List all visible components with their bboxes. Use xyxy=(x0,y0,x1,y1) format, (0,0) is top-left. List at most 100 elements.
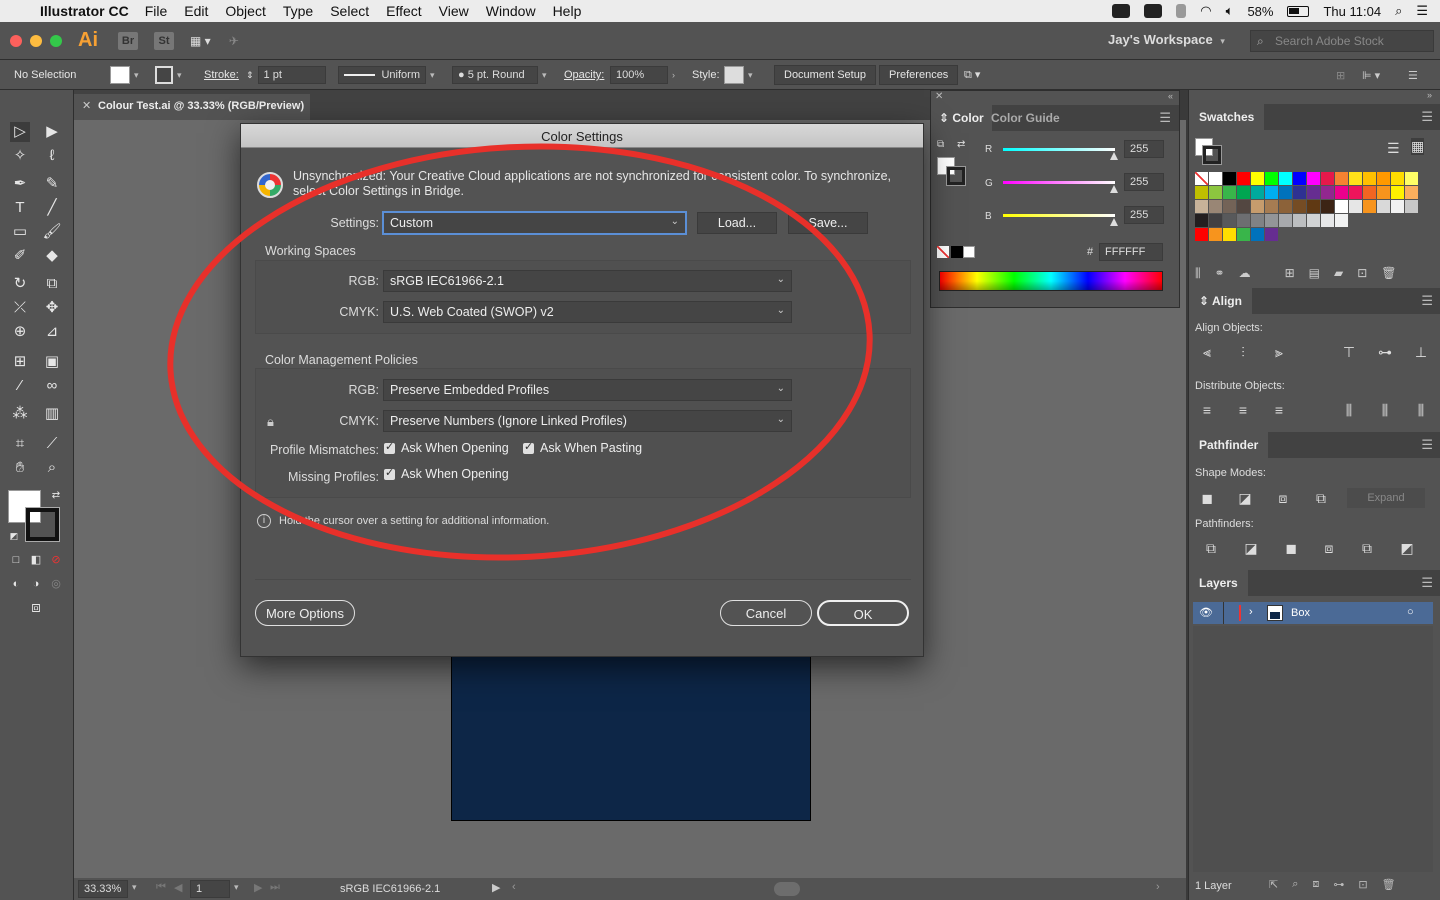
menu-object[interactable]: Object xyxy=(225,3,265,19)
color-swatch[interactable] xyxy=(1349,172,1362,185)
color-swatch[interactable] xyxy=(1363,172,1376,185)
expand-button[interactable]: Expand xyxy=(1347,488,1425,508)
stroke-weight-field[interactable]: ⇕ 1 pt xyxy=(246,66,326,84)
color-swatch[interactable] xyxy=(1237,214,1250,227)
mesh-tool-icon[interactable]: ⊞ xyxy=(10,352,30,372)
g-slider[interactable] xyxy=(1003,181,1115,184)
symbol-sprayer-tool-icon[interactable]: ⁂ xyxy=(10,404,30,424)
make-clipping-mask-icon[interactable]: ⧈ xyxy=(1312,878,1319,891)
color-spectrum-bar[interactable] xyxy=(939,271,1163,291)
horizontal-align-left-icon[interactable]: ⫷ xyxy=(1199,344,1215,360)
swatches-stroke-swatch[interactable] xyxy=(1202,145,1222,165)
layer-target-icon[interactable]: ○ xyxy=(1407,606,1414,618)
color-swatch[interactable] xyxy=(1391,186,1404,199)
preferences-button[interactable]: Preferences xyxy=(879,65,959,85)
color-swatch[interactable] xyxy=(1405,186,1418,199)
horizontal-distribute-center-icon[interactable]: ⫼ xyxy=(1377,402,1393,418)
rectangle-tool-icon[interactable]: ▭ xyxy=(10,222,30,242)
color-swatch[interactable] xyxy=(1321,200,1334,213)
color-panel-menu-icon[interactable]: ☰ xyxy=(1159,110,1171,126)
collect-for-export-icon[interactable]: ⇱ xyxy=(1269,878,1278,891)
color-swatch[interactable] xyxy=(1195,200,1208,213)
color-swatch[interactable] xyxy=(1335,214,1348,227)
status-menu-icon[interactable]: ▶ xyxy=(492,881,500,894)
delete-layer-icon[interactable]: 🗑︎ xyxy=(1382,878,1396,891)
color-panel-stroke-swatch[interactable] xyxy=(946,166,966,186)
layers-panel-title[interactable]: Layers xyxy=(1189,570,1248,596)
workspace-switcher[interactable]: Jay's Workspace ▾ xyxy=(1108,32,1225,47)
zoom-field[interactable]: 33.33% xyxy=(78,880,128,898)
default-colors-icon[interactable]: ⧉ xyxy=(937,139,944,150)
zoom-window-button[interactable] xyxy=(50,34,62,47)
color-swatch[interactable] xyxy=(1349,186,1362,199)
r-slider-thumb[interactable] xyxy=(1110,152,1118,160)
color-swatch[interactable] xyxy=(1363,186,1376,199)
horizontal-align-center-icon[interactable]: ⫶ xyxy=(1235,344,1251,360)
color-swatch[interactable] xyxy=(1195,172,1208,185)
color-swatch[interactable] xyxy=(1377,186,1390,199)
stock-search-input[interactable]: ⌕ Search Adobe Stock xyxy=(1250,30,1434,52)
hand-tool-icon[interactable]: ✋︎ xyxy=(10,458,30,478)
transform-icon[interactable]: ⊞ xyxy=(1336,66,1345,84)
ask-when-opening-checkbox[interactable]: Ask When Opening xyxy=(384,440,509,455)
battery-icon[interactable] xyxy=(1287,5,1310,17)
color-swatch[interactable] xyxy=(1265,200,1278,213)
bridge-button[interactable]: Br xyxy=(118,31,138,50)
color-swatch[interactable] xyxy=(1307,172,1320,185)
gradient-mode-icon[interactable]: ◧ xyxy=(26,550,46,570)
line-segment-tool-icon[interactable]: ╱ xyxy=(42,198,62,218)
stroke-color-control[interactable]: ▾ xyxy=(155,66,182,84)
eyedropper-tool-icon[interactable]: ⁄ xyxy=(10,376,30,396)
pathfinder-panel-menu-icon[interactable]: ☰ xyxy=(1421,437,1433,453)
r-value-field[interactable]: 255 xyxy=(1124,140,1164,158)
more-options-button[interactable]: More Options xyxy=(255,600,355,626)
artboard-number-field[interactable]: 1 xyxy=(190,880,230,898)
color-swatch[interactable] xyxy=(1293,214,1306,227)
color-swatch[interactable] xyxy=(1251,214,1264,227)
color-swatch[interactable] xyxy=(1377,200,1390,213)
brush-definition[interactable]: ● 5 pt. Round ▾ xyxy=(452,66,547,84)
opacity-label[interactable]: Opacity: xyxy=(564,66,604,84)
ask-when-pasting-checkbox[interactable]: Ask When Pasting xyxy=(523,440,642,455)
align-panel-menu-icon[interactable]: ☰ xyxy=(1421,293,1433,309)
color-swatch[interactable] xyxy=(1321,172,1334,185)
none-color-swatch[interactable] xyxy=(937,246,949,258)
create-sublayer-icon[interactable]: ⊶ xyxy=(1333,878,1344,891)
horizontal-distribute-right-icon[interactable]: ⫼ xyxy=(1413,402,1429,418)
swap-fill-stroke-icon[interactable]: ⇄ xyxy=(46,486,66,506)
wifi-icon[interactable]: ◠ xyxy=(1200,3,1211,19)
crop-icon[interactable]: ⧈ xyxy=(1321,540,1337,556)
blend-tool-icon[interactable]: ∞ xyxy=(42,376,62,396)
close-panel-icon[interactable]: ✕ xyxy=(935,91,943,102)
scroll-right-icon[interactable]: › xyxy=(1156,881,1160,893)
rotate-tool-icon[interactable]: ↻ xyxy=(10,274,30,294)
scroll-left-icon[interactable]: ‹ xyxy=(512,881,516,893)
menu-help[interactable]: Help xyxy=(553,3,582,19)
minus-back-icon[interactable]: ◩ xyxy=(1399,540,1415,556)
layer-row[interactable]: 👁︎ › Box ○ xyxy=(1193,602,1433,624)
color-swatch[interactable] xyxy=(1265,214,1278,227)
shaper-tool-icon[interactable]: ✐ xyxy=(10,246,30,266)
horizontal-scrollbar-thumb[interactable] xyxy=(774,882,800,896)
black-color-swatch[interactable] xyxy=(951,246,963,258)
g-slider-thumb[interactable] xyxy=(1110,185,1118,193)
outline-icon[interactable]: ⧉ xyxy=(1359,540,1375,556)
swatches-panel-menu-icon[interactable]: ☰ xyxy=(1421,109,1433,125)
color-swatch[interactable] xyxy=(1237,200,1250,213)
b-value-field[interactable]: 255 xyxy=(1124,206,1164,224)
color-swatch[interactable] xyxy=(1195,214,1208,227)
notification-center-icon[interactable]: ☰ xyxy=(1416,3,1428,19)
show-swatch-kinds-icon[interactable]: ⚭ xyxy=(1215,266,1225,284)
ok-button[interactable]: OK xyxy=(817,600,909,626)
color-swatch[interactable] xyxy=(1279,172,1292,185)
color-swatch[interactable] xyxy=(1321,186,1334,199)
swatch-libraries-icon[interactable]: ⫼ xyxy=(1195,266,1201,284)
last-artboard-icon[interactable]: ⏭ xyxy=(270,881,280,894)
notification-bell-icon[interactable] xyxy=(1144,4,1163,18)
menu-view[interactable]: View xyxy=(439,3,469,19)
color-swatch[interactable] xyxy=(1279,186,1292,199)
color-swatch[interactable] xyxy=(1223,228,1236,241)
artboard-box[interactable] xyxy=(451,655,811,821)
next-artboard-icon[interactable]: ▶ xyxy=(254,881,262,894)
color-swatch[interactable] xyxy=(1307,200,1320,213)
